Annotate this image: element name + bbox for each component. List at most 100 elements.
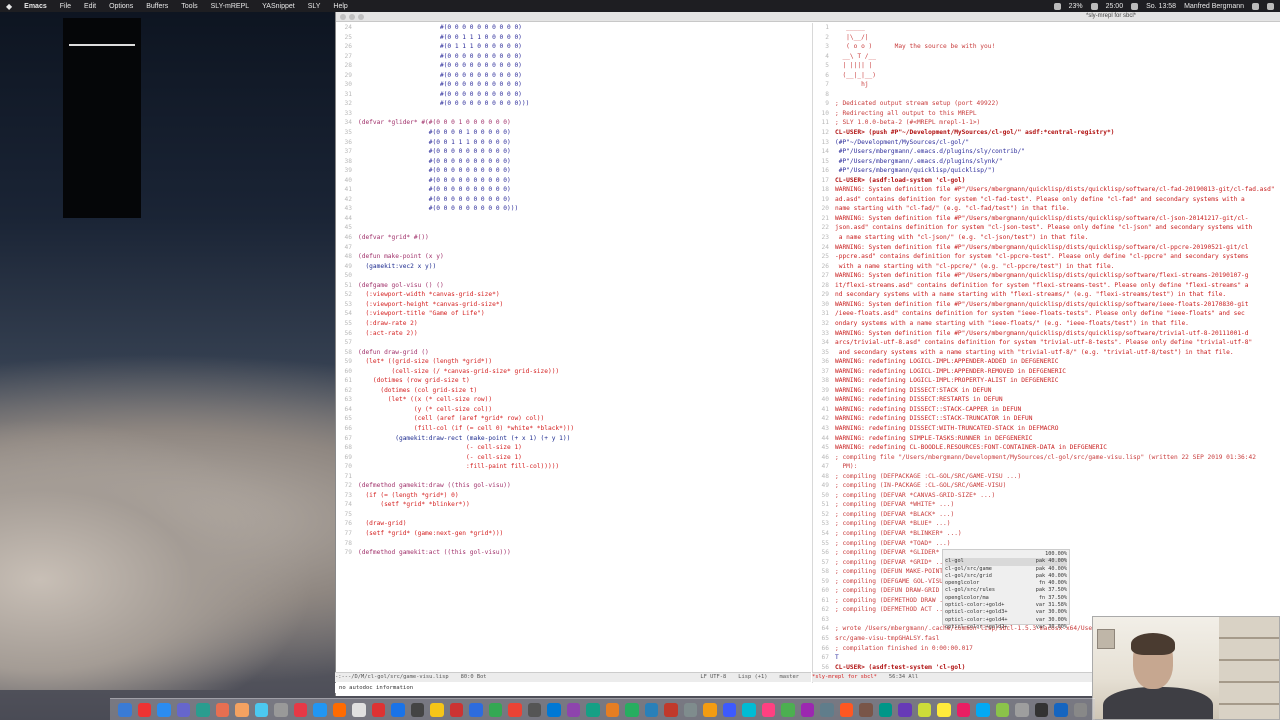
- menu-buffers[interactable]: Buffers: [146, 3, 168, 10]
- dock-app-icon[interactable]: [469, 702, 483, 717]
- dock-app-icon[interactable]: [722, 702, 736, 717]
- dock-app-icon[interactable]: [352, 702, 366, 717]
- dock-app-icon[interactable]: [937, 702, 951, 717]
- completion-item[interactable]: cl-gol/src/grid pak 40.00%: [945, 573, 1067, 580]
- clock[interactable]: So. 13:58: [1146, 3, 1176, 10]
- dock-app-icon[interactable]: [410, 702, 424, 717]
- dock-app-icon[interactable]: [664, 702, 678, 717]
- menu-sly[interactable]: SLY: [308, 3, 321, 10]
- completion-item[interactable]: opticl-color:+gold3+ var 30.00%: [945, 609, 1067, 616]
- menu-tools[interactable]: Tools: [181, 3, 197, 10]
- zoom-button[interactable]: [358, 14, 364, 20]
- editor-pane-game-visu[interactable]: 24 #(0 0 0 0 0 0 0 0 0 0) 25 #(0 0 1 1 1 …: [336, 23, 811, 686]
- timer-display[interactable]: 25:00: [1106, 3, 1124, 10]
- spotlight-icon[interactable]: [1252, 2, 1259, 10]
- menu-help[interactable]: Help: [333, 3, 347, 10]
- menu-sly-mrepl[interactable]: SLY-mREPL: [211, 3, 250, 10]
- menu-emacs[interactable]: Emacs: [24, 3, 47, 10]
- line-text: ( o o ) May the source be with you!: [835, 43, 996, 51]
- dock-app-icon[interactable]: [430, 702, 444, 717]
- completion-item[interactable]: openglcolor fn 40.00%: [945, 580, 1067, 587]
- completion-item[interactable]: cl-gol/src/game pak 40.00%: [945, 566, 1067, 573]
- background-window[interactable]: [63, 18, 141, 218]
- dock-app-icon[interactable]: [781, 702, 795, 717]
- dock-app-icon[interactable]: [605, 702, 619, 717]
- dock-app-icon[interactable]: [839, 702, 853, 717]
- volume-icon[interactable]: [1131, 2, 1139, 10]
- dock-app-icon[interactable]: [820, 702, 834, 717]
- completion-item[interactable]: opticl-color:+gold4+ var 30.00%: [945, 617, 1067, 624]
- dock-app-icon[interactable]: [625, 702, 639, 717]
- completion-item[interactable]: opticl-color:+gold+ var 31.58%: [945, 602, 1067, 609]
- dock-app-icon[interactable]: [761, 702, 775, 717]
- dock-app-icon[interactable]: [176, 702, 190, 717]
- dock-app-icon[interactable]: [215, 702, 229, 717]
- battery-percent[interactable]: 23%: [1069, 3, 1083, 10]
- dock-app-icon[interactable]: [508, 702, 522, 717]
- timer-icon[interactable]: [1090, 2, 1098, 10]
- dock-app-icon[interactable]: [683, 702, 697, 717]
- mode-line-branch[interactable]: master: [780, 673, 799, 682]
- wifi-icon[interactable]: [1053, 2, 1061, 10]
- dock-app-icon[interactable]: [1073, 702, 1087, 717]
- completion-name: opticl-color:+gold3+: [945, 609, 1008, 616]
- user-name[interactable]: Manfred Bergmann: [1184, 3, 1244, 10]
- completion-popup[interactable]: 100.00% cl-gol pak 40.00% cl-gol/src/game pa…: [942, 549, 1070, 630]
- line-text: __\ T /__: [835, 52, 876, 60]
- dock-app-icon[interactable]: [137, 702, 151, 717]
- dock-app-icon[interactable]: [157, 702, 171, 717]
- dock-app-icon[interactable]: [878, 702, 892, 717]
- dock-app-icon[interactable]: [293, 702, 307, 717]
- dock-app-icon[interactable]: [703, 702, 717, 717]
- dock-app-icon[interactable]: [235, 702, 249, 717]
- minimize-button[interactable]: [349, 14, 355, 20]
- code-line: 36 #(0 0 1 1 1 0 0 0 0 0): [336, 138, 811, 148]
- dock-app-icon[interactable]: [742, 702, 756, 717]
- line-number: 34: [821, 339, 829, 347]
- completion-item[interactable]: opticl-color:+gold2+ var 30.00%: [945, 624, 1067, 631]
- dock-app-icon[interactable]: [1015, 702, 1029, 717]
- line-text: PM):: [835, 463, 858, 471]
- notification-center-icon[interactable]: [1267, 2, 1274, 10]
- dock-app-icon[interactable]: [274, 702, 288, 717]
- dock-app-icon[interactable]: [586, 702, 600, 717]
- menu-edit[interactable]: Edit: [84, 3, 96, 10]
- menu-options[interactable]: Options: [109, 3, 133, 10]
- menu-yasnippet[interactable]: YASnippet: [262, 3, 295, 10]
- dock-app-icon[interactable]: [313, 702, 327, 717]
- dock-app-icon[interactable]: [371, 702, 385, 717]
- close-button[interactable]: [340, 14, 346, 20]
- dock-app-icon[interactable]: [1034, 702, 1048, 717]
- dock-app-icon[interactable]: [527, 702, 541, 717]
- completion-item[interactable]: 100.00%: [945, 551, 1067, 558]
- dock-app-icon[interactable]: [488, 702, 502, 717]
- dock-app-icon[interactable]: [1054, 702, 1068, 717]
- dock-app-icon[interactable]: [566, 702, 580, 717]
- line-number: 64: [344, 405, 352, 413]
- dock-app-icon[interactable]: [391, 702, 405, 717]
- dock-app-icon[interactable]: [859, 702, 873, 717]
- dock-app-icon[interactable]: [995, 702, 1009, 717]
- completion-item[interactable]: cl-gol/src/rules pak 37.50%: [945, 587, 1067, 594]
- apple-icon[interactable]: ◆: [6, 2, 12, 11]
- dock-app-icon[interactable]: [956, 702, 970, 717]
- menu-file[interactable]: File: [60, 3, 71, 10]
- mode-line-major-mode[interactable]: Lisp (+1): [738, 673, 767, 682]
- line-number: 20: [821, 205, 829, 213]
- dock-app-icon[interactable]: [800, 702, 814, 717]
- completion-item[interactable]: cl-gol pak 40.00%: [945, 558, 1067, 566]
- dock-app-icon[interactable]: [898, 702, 912, 717]
- repl-line: 36 WARNING: redefining LOGICL-IMPL:APPEND…: [813, 357, 1280, 367]
- dock-app-icon[interactable]: [254, 702, 268, 717]
- line-text: ; compiling (DEFVAR *CANVAS-GRID-SIZE* .…: [835, 491, 996, 499]
- completion-item[interactable]: openglcolor/ma fn 37.50%: [945, 595, 1067, 602]
- dock-app-icon[interactable]: [118, 702, 132, 717]
- dock-app-icon[interactable]: [976, 702, 990, 717]
- dock-app-icon[interactable]: [644, 702, 658, 717]
- dock-app-icon[interactable]: [449, 702, 463, 717]
- dock-app-icon[interactable]: [547, 702, 561, 717]
- dock-app-icon[interactable]: [196, 702, 210, 717]
- line-number: 50: [821, 491, 829, 499]
- dock-app-icon[interactable]: [917, 702, 931, 717]
- dock-app-icon[interactable]: [332, 702, 346, 717]
